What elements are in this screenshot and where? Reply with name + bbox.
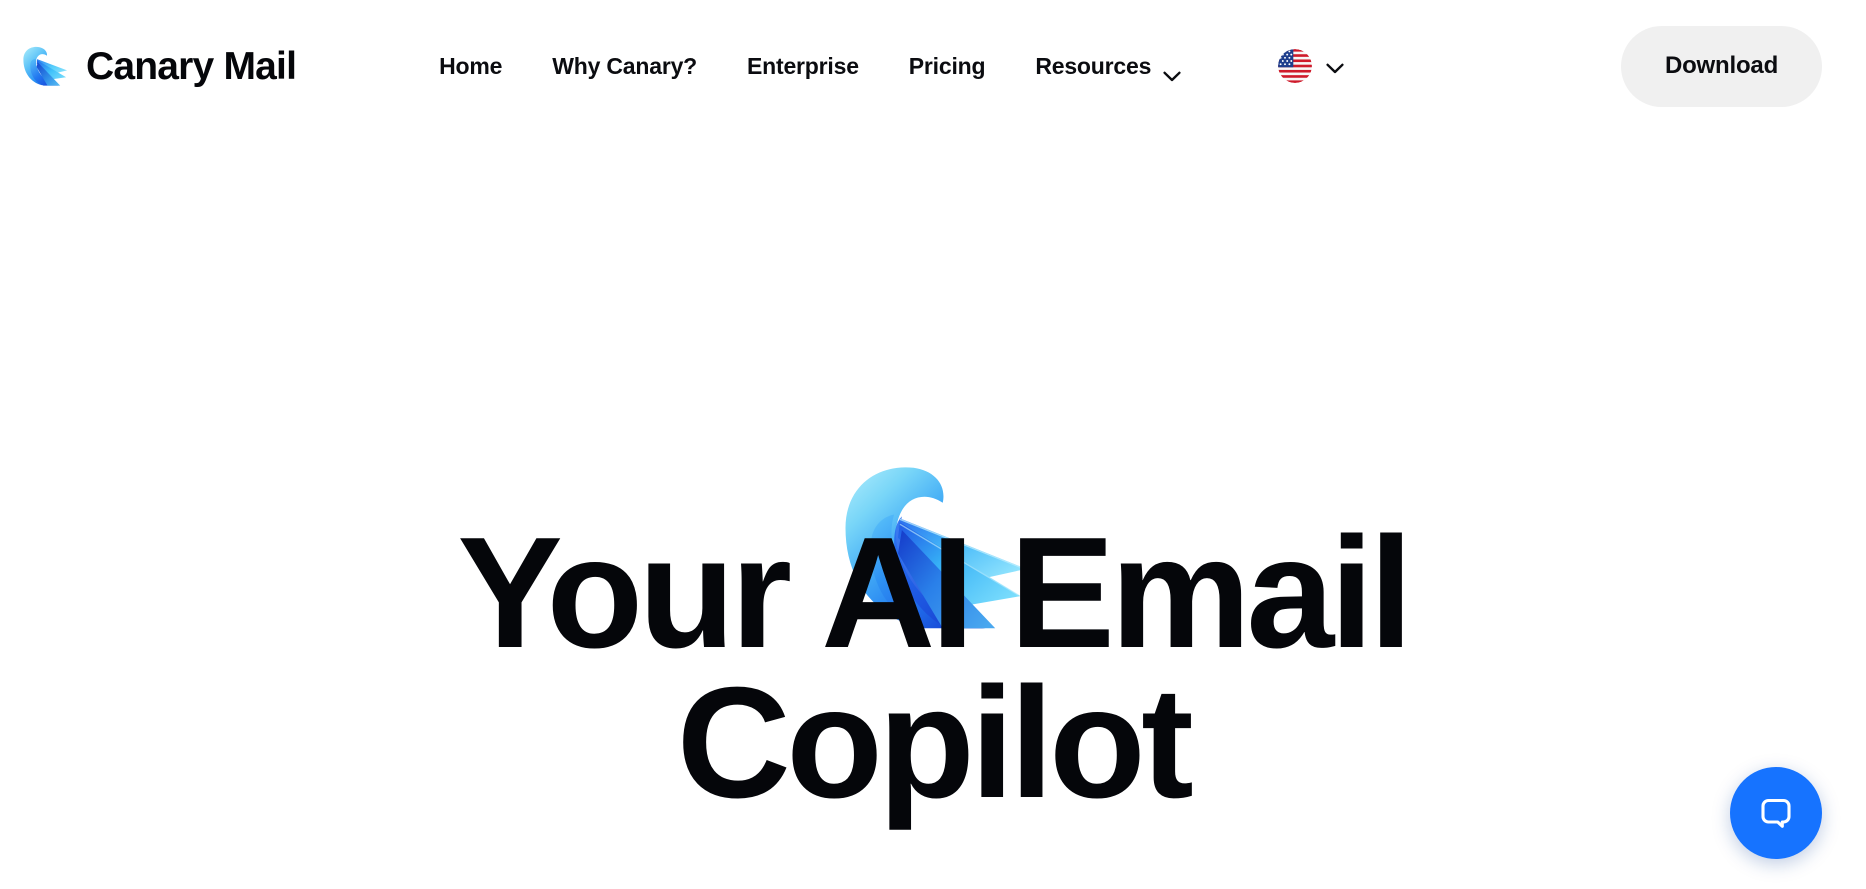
us-flag-icon	[1278, 49, 1313, 83]
download-button[interactable]: Download	[1621, 25, 1822, 107]
nav-item-enterprise[interactable]: Enterprise	[747, 43, 859, 90]
chat-launcher-button[interactable]	[1730, 767, 1822, 859]
brand-name: Canary Mail	[86, 44, 297, 88]
canary-bird-logo-icon	[18, 43, 72, 89]
nav-item-home-label: Home	[439, 52, 503, 79]
primary-navigation: Home Why Canary? Enterprise Pricing Reso…	[439, 43, 1344, 90]
page-title: Your AI Email Copilot	[457, 505, 1413, 832]
brand-logo-link[interactable]: Canary Mail	[18, 43, 297, 89]
site-header: Canary Mail Home Why Canary? Enterprise …	[0, 0, 1866, 132]
chevron-down-icon	[1163, 61, 1181, 81]
nav-item-enterprise-label: Enterprise	[747, 52, 859, 79]
nav-item-resources[interactable]: Resources	[1035, 43, 1181, 90]
nav-item-pricing[interactable]: Pricing	[909, 43, 986, 90]
nav-item-why-canary[interactable]: Why Canary?	[552, 43, 697, 90]
language-chevron-down-icon	[1326, 61, 1344, 73]
nav-item-why-canary-label: Why Canary?	[552, 52, 698, 79]
nav-item-home[interactable]: Home	[439, 43, 502, 90]
hero-section: Your AI Email Copilot	[0, 132, 1866, 889]
language-selector[interactable]	[1278, 43, 1344, 89]
chat-bubble-icon	[1753, 790, 1799, 836]
nav-item-resources-label: Resources	[1035, 52, 1152, 79]
canary-bird-logo-icon	[824, 296, 1042, 629]
nav-item-pricing-label: Pricing	[908, 52, 986, 79]
